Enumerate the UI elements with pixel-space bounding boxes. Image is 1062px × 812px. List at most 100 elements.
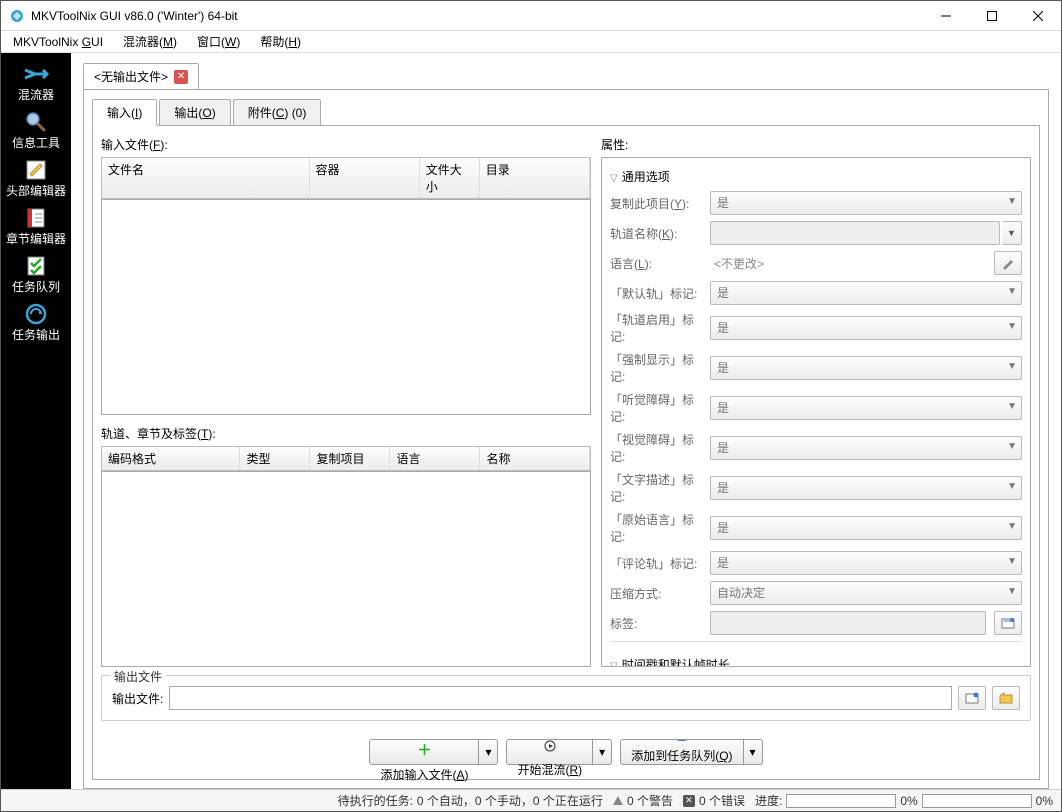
row-compression: 压缩方式: 自动决定▼	[610, 581, 1022, 605]
col-size[interactable]: 文件大小	[420, 158, 480, 198]
tags-browse-button[interactable]	[994, 611, 1022, 635]
compression-select[interactable]: 自动决定▼	[710, 581, 1022, 605]
sidebar-item-header-editor[interactable]: 头部编辑器	[3, 153, 69, 201]
track-name-input[interactable]	[710, 221, 1000, 245]
row-track-name: 轨道名称(K): ▼	[610, 221, 1022, 245]
page: 输入(I) 输出(O) 附件(C) (0) 输入文件(F): 文件名 容器 文件…	[83, 89, 1049, 789]
menu-window[interactable]: 窗口(W)	[193, 33, 244, 50]
chevron-down-icon: ▼	[1007, 361, 1017, 372]
errors-status[interactable]: ✕ 0 个错误	[683, 792, 745, 809]
col-type[interactable]: 类型	[240, 447, 310, 470]
tab-attachments[interactable]: 附件(C) (0)	[233, 99, 322, 126]
default-flag-select[interactable]: 是▼	[710, 281, 1022, 305]
output-browse-button[interactable]	[958, 686, 986, 710]
add-queue-button[interactable]: 添加到任务队列(Q)	[620, 739, 743, 765]
info-icon	[23, 109, 49, 135]
sidebar-label: 章节编辑器	[6, 233, 66, 245]
menu-muxer[interactable]: 混流器(M)	[119, 33, 181, 50]
maximize-button[interactable]	[969, 1, 1015, 31]
header-edit-icon	[23, 157, 49, 183]
menu-help[interactable]: 帮助(H)	[256, 33, 305, 50]
sidebar-item-info[interactable]: 信息工具	[3, 105, 69, 153]
track-name-dropdown[interactable]: ▼	[1002, 221, 1022, 245]
forced-flag-select[interactable]: 是▼	[710, 356, 1022, 380]
sidebar-item-queue[interactable]: 任务队列	[3, 249, 69, 297]
menu-app[interactable]: MKVToolNix GUI	[9, 35, 107, 49]
progress-bar-1	[786, 794, 896, 808]
sidebar-item-chapter-editor[interactable]: 章节编辑器	[3, 201, 69, 249]
row-visual-flag: 「视觉障碍」标记: 是▼	[610, 431, 1022, 465]
orig-lang-flag-label: 「原始语言」标记:	[610, 511, 702, 545]
row-copy-item: 复制此项目(Y): 是▼	[610, 191, 1022, 215]
col-lang[interactable]: 语言	[390, 447, 480, 470]
start-mux-button[interactable]: 开始混流(R)	[506, 739, 593, 765]
properties-panel: ▽通用选项 复制此项目(Y): 是▼ 轨道名称(K): ▼	[601, 157, 1031, 667]
statusbar: 待执行的任务: 0 个自动，0 个手动，0 个正在运行 0 个警告 ✕ 0 个错…	[1, 789, 1061, 811]
row-orig-lang-flag: 「原始语言」标记: 是▼	[610, 511, 1022, 545]
col-name[interactable]: 名称	[480, 447, 590, 470]
filelist-header: 文件名 容器 文件大小 目录	[101, 157, 591, 199]
col-dir[interactable]: 目录	[480, 158, 590, 198]
warnings-status[interactable]: 0 个警告	[613, 792, 673, 809]
text-desc-flag-select[interactable]: 是▼	[710, 476, 1022, 500]
sidebar-label: 混流器	[18, 89, 54, 101]
comment-flag-select[interactable]: 是▼	[710, 551, 1022, 575]
output-recent-button[interactable]	[992, 686, 1020, 710]
language-edit-button[interactable]	[994, 251, 1022, 275]
output-icon	[23, 301, 49, 327]
output-file-input[interactable]	[169, 686, 952, 710]
file-tab[interactable]: <无输出文件> ✕	[83, 63, 199, 89]
sidebar-label: 任务队列	[12, 281, 60, 293]
hearing-flag-select[interactable]: 是▼	[710, 396, 1022, 420]
close-button[interactable]	[1015, 1, 1061, 31]
text-desc-flag-label: 「文字描述」标记:	[610, 471, 702, 505]
enabled-flag-label: 「轨道启用」标记:	[610, 311, 702, 345]
left-column: 输入文件(F): 文件名 容器 文件大小 目录 轨道、章节及标签(T): 编码格…	[101, 134, 591, 667]
input-files-list[interactable]	[101, 199, 591, 415]
time-group[interactable]: ▽时间戳和默认帧时长	[610, 652, 1022, 667]
add-input-group: ＋添加输入文件(A) ▾	[369, 739, 498, 765]
file-tab-label: <无输出文件>	[94, 68, 168, 85]
sidebar: 混流器 信息工具 头部编辑器 章节编辑器 任务队列 任务输出	[1, 53, 71, 789]
general-group[interactable]: ▽通用选项	[610, 164, 1022, 191]
add-input-button[interactable]: ＋添加输入文件(A)	[369, 739, 479, 765]
row-tags: 标签:	[610, 611, 1022, 635]
orig-lang-flag-select[interactable]: 是▼	[710, 516, 1022, 540]
columns: 输入文件(F): 文件名 容器 文件大小 目录 轨道、章节及标签(T): 编码格…	[101, 134, 1031, 667]
add-input-dropdown[interactable]: ▾	[479, 739, 498, 765]
compression-label: 压缩方式:	[610, 585, 702, 602]
col-copy[interactable]: 复制项目	[310, 447, 390, 470]
tracklist-header: 编码格式 类型 复制项目 语言 名称	[101, 446, 591, 471]
sidebar-item-output[interactable]: 任务输出	[3, 297, 69, 345]
muxer-icon	[23, 61, 49, 87]
output-legend: 输出文件	[110, 668, 166, 685]
start-mux-dropdown[interactable]: ▾	[593, 739, 612, 765]
tab-input[interactable]: 输入(I)	[92, 99, 157, 126]
copy-item-select[interactable]: 是▼	[710, 191, 1022, 215]
col-container[interactable]: 容器	[310, 158, 420, 198]
close-tab-icon[interactable]: ✕	[174, 70, 188, 84]
queue-icon	[677, 740, 687, 741]
inner-tabs: 输入(I) 输出(O) 附件(C) (0)	[92, 98, 1040, 126]
output-section: 输出文件 输出文件:	[101, 667, 1031, 729]
titlebar: MKVToolNix GUI v86.0 ('Winter') 64-bit	[1, 1, 1061, 31]
enabled-flag-select[interactable]: 是▼	[710, 316, 1022, 340]
right-column: 属性: ▽通用选项 复制此项目(Y): 是▼ 轨道名称(K):	[601, 134, 1031, 667]
play-icon	[544, 740, 556, 755]
add-queue-dropdown[interactable]: ▾	[744, 739, 763, 765]
col-codec[interactable]: 编码格式	[102, 447, 240, 470]
tags-label: 标签:	[610, 615, 702, 632]
col-filename[interactable]: 文件名	[102, 158, 310, 198]
sidebar-item-muxer[interactable]: 混流器	[3, 57, 69, 105]
minimize-button[interactable]	[923, 1, 969, 31]
divider	[610, 641, 1022, 642]
time-group-label: 时间戳和默认帧时长	[622, 658, 730, 667]
tags-input[interactable]	[710, 611, 986, 635]
tab-output[interactable]: 输出(O)	[159, 99, 230, 126]
forced-flag-label: 「强制显示」标记:	[610, 351, 702, 385]
main: <无输出文件> ✕ 输入(I) 输出(O) 附件(C) (0) 输入文件(F):	[71, 53, 1061, 789]
tracks-list[interactable]	[101, 471, 591, 667]
visual-flag-select[interactable]: 是▼	[710, 436, 1022, 460]
row-language: 语言(L): <不更改>	[610, 251, 1022, 275]
chevron-down-icon: ▼	[1007, 481, 1017, 492]
